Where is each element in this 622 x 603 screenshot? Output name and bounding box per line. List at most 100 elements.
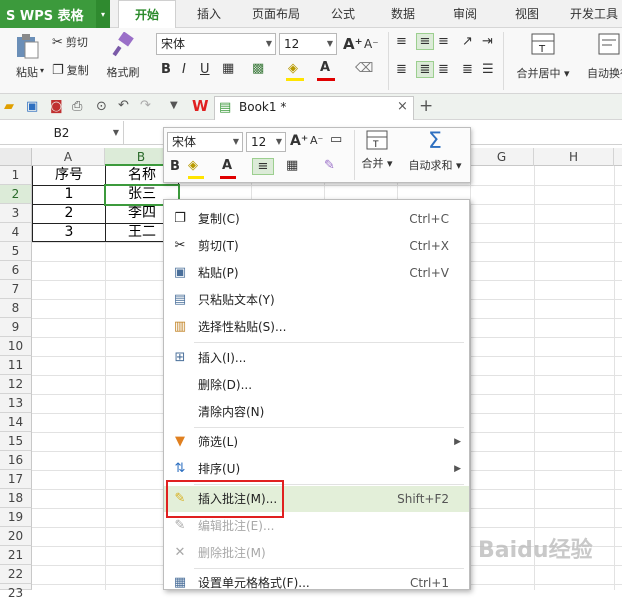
row-header[interactable]: 2 <box>0 185 32 204</box>
tab-view[interactable]: 视图 <box>502 0 552 28</box>
close-tab-icon[interactable]: × <box>397 99 408 114</box>
decrease-font-icon[interactable]: A⁻ <box>364 37 379 51</box>
menu-item-delete[interactable]: 删除(D)... <box>164 372 469 398</box>
border-icon[interactable]: ▦ <box>286 158 298 173</box>
row-header[interactable]: 15 <box>0 432 32 451</box>
row-header[interactable]: 13 <box>0 394 32 413</box>
column-header-g[interactable]: G <box>470 148 534 166</box>
menu-item-paste[interactable]: ▣ 粘贴(P) Ctrl+V <box>164 260 469 286</box>
bold-icon[interactable]: B <box>170 159 180 174</box>
align-bottom-icon[interactable]: ≡ <box>438 34 449 49</box>
mini-font-name-select[interactable]: 宋体 ▼ <box>167 132 243 152</box>
indent-icon[interactable]: ⇥ <box>482 34 493 49</box>
row-header[interactable]: 18 <box>0 489 32 508</box>
wps-logo[interactable]: S WPS 表格 <box>0 0 96 28</box>
bold-icon[interactable]: B <box>161 62 171 77</box>
row-header[interactable]: 7 <box>0 280 32 299</box>
tab-review[interactable]: 审阅 <box>440 0 490 28</box>
new-tab-button[interactable]: + <box>419 96 433 116</box>
auto-wrap-button[interactable]: 自动换行 <box>578 33 622 89</box>
paste-button[interactable]: 粘贴 <box>8 32 46 88</box>
row-header[interactable]: 12 <box>0 375 32 394</box>
increase-font-icon[interactable]: A⁺ <box>343 35 363 53</box>
menu-item-delete-comment[interactable]: ✕ 删除批注(M) <box>164 540 469 566</box>
border-icon[interactable]: ▦ <box>222 61 234 76</box>
row-header[interactable]: 3 <box>0 204 32 223</box>
open-folder-icon[interactable]: ▰ <box>4 99 14 114</box>
mini-merge-button[interactable]: T 合并 ▾ <box>358 130 396 180</box>
menu-item-paste-special[interactable]: ▥ 选择性粘贴(S)... <box>164 314 469 340</box>
paste-dropdown-icon[interactable]: ▾ <box>40 66 44 75</box>
align-top-icon[interactable]: ≡ <box>396 34 407 49</box>
italic-icon[interactable]: I <box>182 62 186 77</box>
name-box[interactable]: B2 ▼ <box>0 121 124 145</box>
row-header[interactable]: 4 <box>0 223 32 242</box>
merge-center-button[interactable]: T 合并居中 ▾ <box>510 33 576 89</box>
qab-dropdown-icon[interactable]: ▼ <box>170 100 178 111</box>
row-header[interactable]: 20 <box>0 527 32 546</box>
cut-button[interactable]: ✂ 剪切 <box>52 34 88 50</box>
brush-icon[interactable]: ✎ <box>324 158 335 173</box>
font-size-select[interactable]: 12 ▼ <box>279 33 337 55</box>
font-color-icon[interactable]: A <box>222 158 232 173</box>
tab-start[interactable]: 开始 <box>118 0 176 28</box>
row-header[interactable]: 17 <box>0 470 32 489</box>
row-header[interactable]: 22 <box>0 565 32 584</box>
menu-item-paste-text[interactable]: ▤ 只粘贴文本(Y) <box>164 287 469 313</box>
wps-menu-dropdown[interactable]: ▾ <box>96 0 110 28</box>
row-header[interactable]: 8 <box>0 299 32 318</box>
document-tab[interactable]: ▤ Book1 * × <box>214 96 414 120</box>
tab-page-layout[interactable]: 页面布局 <box>243 0 309 28</box>
mini-font-size-select[interactable]: 12 ▼ <box>246 132 286 152</box>
row-header[interactable]: 23 <box>0 584 32 600</box>
tab-formula[interactable]: 公式 <box>318 0 368 28</box>
format-table-icon[interactable]: ▭ <box>330 132 342 147</box>
row-header[interactable]: 1 <box>0 166 32 185</box>
column-header-h[interactable]: H <box>534 148 614 166</box>
row-header[interactable]: 14 <box>0 413 32 432</box>
fill-color-icon[interactable]: ◈ <box>288 61 298 76</box>
font-color-icon[interactable]: A <box>320 60 330 75</box>
increase-font-icon[interactable]: A⁺ <box>290 133 308 149</box>
menu-item-insert[interactable]: ⊞ 插入(I)... <box>164 345 469 371</box>
copy-button[interactable]: ❐ 复制 <box>52 62 89 78</box>
menu-item-cut[interactable]: ✂ 剪切(T) Ctrl+X <box>164 233 469 259</box>
print-preview-icon[interactable]: ◙ <box>50 99 63 114</box>
align-middle-icon[interactable]: ≡ <box>416 33 434 50</box>
row-header[interactable]: 6 <box>0 261 32 280</box>
row-header[interactable]: 19 <box>0 508 32 527</box>
redo-icon[interactable]: ↷ <box>140 98 151 113</box>
zoom-icon[interactable]: ⊙ <box>96 99 107 114</box>
row-header[interactable]: 5 <box>0 242 32 261</box>
fill-pattern-icon[interactable]: ▩ <box>252 61 264 76</box>
menu-item-clear[interactable]: 清除内容(N) <box>164 399 469 425</box>
row-header[interactable]: 11 <box>0 356 32 375</box>
cell-a2[interactable]: 1 <box>33 185 105 204</box>
justify-icon[interactable]: ≣ <box>462 62 473 77</box>
tab-developer[interactable]: 开发工具 <box>562 0 622 28</box>
mini-autosum-button[interactable]: Σ 自动求和 ▾ <box>402 130 468 180</box>
distribute-icon[interactable]: ☰ <box>482 62 494 77</box>
decrease-font-icon[interactable]: A⁻ <box>310 134 323 147</box>
font-name-select[interactable]: 宋体 ▼ <box>156 33 276 55</box>
row-header[interactable]: 16 <box>0 451 32 470</box>
fill-color-icon[interactable]: ◈ <box>188 158 198 173</box>
clear-format-icon[interactable]: ⌫ <box>355 61 373 76</box>
menu-item-copy[interactable]: ❐ 复制(C) Ctrl+C <box>164 206 469 232</box>
align-center-icon[interactable]: ≡ <box>252 158 274 175</box>
menu-item-filter[interactable]: ▼ 筛选(L) ▶ <box>164 429 469 455</box>
format-painter-button[interactable]: 格式刷 <box>104 32 142 88</box>
cell-a3[interactable]: 2 <box>33 204 105 223</box>
menu-item-format-cells[interactable]: ▦ 设置单元格格式(F)... Ctrl+1 <box>164 570 469 596</box>
save-icon[interactable]: ▣ <box>26 99 38 114</box>
align-center-icon[interactable]: ≣ <box>416 61 434 78</box>
menu-item-sort[interactable]: ⇅ 排序(U) ▶ <box>164 456 469 482</box>
cell-a1[interactable]: 序号 <box>33 166 105 185</box>
align-left-icon[interactable]: ≣ <box>396 62 407 77</box>
orientation-icon[interactable]: ↗ <box>462 34 473 49</box>
tab-data[interactable]: 数据 <box>378 0 428 28</box>
row-header[interactable]: 10 <box>0 337 32 356</box>
align-right-icon[interactable]: ≣ <box>438 62 449 77</box>
print-icon[interactable]: ⎙ <box>72 99 82 114</box>
tab-insert[interactable]: 插入 <box>184 0 234 28</box>
